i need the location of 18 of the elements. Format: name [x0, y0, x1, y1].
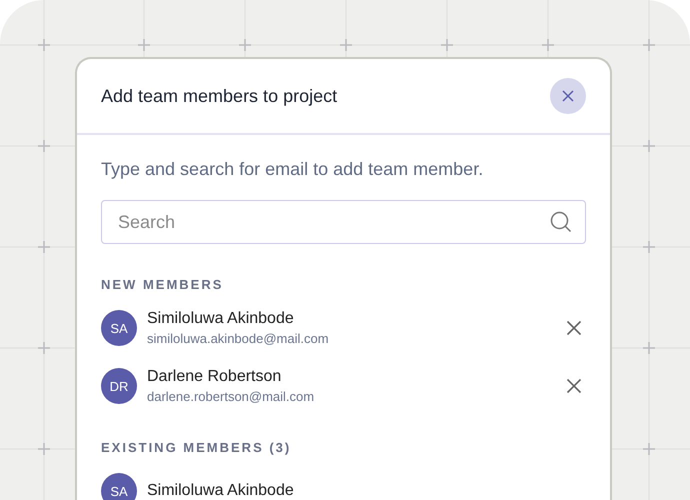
member-name: Similoluwa Akinbode: [147, 310, 295, 328]
close-button[interactable]: [550, 78, 586, 114]
search-field[interactable]: Search: [101, 200, 586, 244]
description-text: Type and search for email to add team member.: [101, 159, 484, 180]
search-icon: [550, 211, 572, 233]
member-name: Darlene Robertson: [147, 368, 282, 386]
close-icon: [561, 89, 575, 103]
avatar: SA: [101, 473, 137, 500]
member-email: darlene.robertson@mail.com: [147, 389, 316, 404]
remove-button[interactable]: [564, 318, 584, 338]
avatar: DR: [101, 368, 137, 404]
section-label: EXISTING MEMBERS (3): [101, 440, 292, 455]
member-email: similoluwa.akinbode@mail.com: [147, 331, 330, 346]
dialog-title: Add team members to project: [101, 86, 338, 106]
member-name: Similoluwa Akinbode: [147, 482, 295, 500]
section-label: NEW MEMBERS: [101, 277, 224, 292]
avatar: SA: [101, 310, 137, 346]
remove-button[interactable]: [564, 376, 584, 396]
